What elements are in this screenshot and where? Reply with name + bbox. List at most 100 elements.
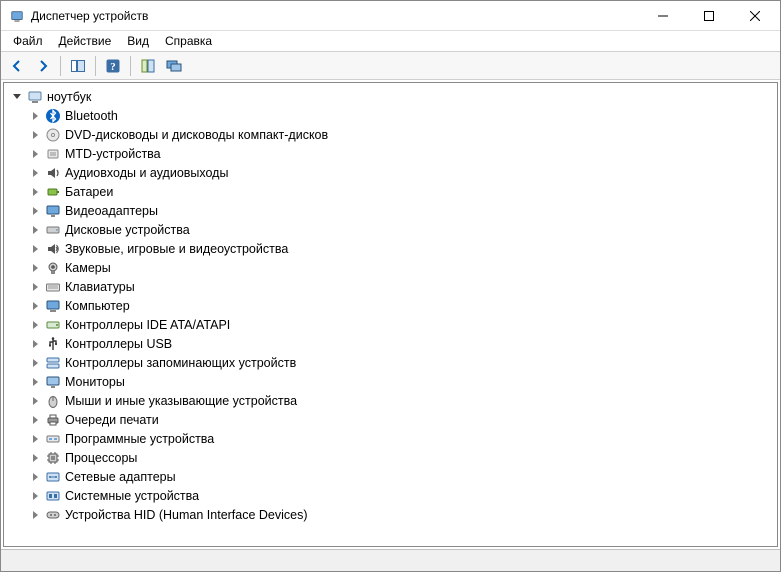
bluetooth-icon bbox=[45, 108, 61, 124]
minimize-button[interactable] bbox=[640, 1, 686, 31]
tree-category-label: Дисковые устройства bbox=[65, 223, 190, 237]
expand-collapse-icon[interactable] bbox=[28, 166, 42, 180]
disk-icon bbox=[45, 222, 61, 238]
expand-collapse-icon[interactable] bbox=[28, 299, 42, 313]
toolbar-properties-button[interactable] bbox=[136, 54, 160, 78]
tree-category-row[interactable]: Сетевые адаптеры bbox=[6, 467, 775, 486]
tree-category-label: Батареи bbox=[65, 185, 113, 199]
menu-help[interactable]: Справка bbox=[157, 31, 220, 51]
forward-icon bbox=[35, 58, 51, 74]
back-icon bbox=[9, 58, 25, 74]
tree-category-row[interactable]: Контроллеры IDE ATA/ATAPI bbox=[6, 315, 775, 334]
tree-category-row[interactable]: Компьютер bbox=[6, 296, 775, 315]
tree-category-label: Камеры bbox=[65, 261, 111, 275]
tree-category-row[interactable]: Камеры bbox=[6, 258, 775, 277]
storage-icon bbox=[45, 355, 61, 371]
toolbar: ? bbox=[1, 52, 780, 80]
expand-collapse-icon[interactable] bbox=[28, 109, 42, 123]
tree-category-label: Устройства HID (Human Interface Devices) bbox=[65, 508, 308, 522]
sound-icon bbox=[45, 241, 61, 257]
tree-category-label: Bluetooth bbox=[65, 109, 118, 123]
expand-collapse-icon[interactable] bbox=[28, 375, 42, 389]
tree-category-row[interactable]: Видеоадаптеры bbox=[6, 201, 775, 220]
tree-category-row[interactable]: Клавиатуры bbox=[6, 277, 775, 296]
mtd-icon bbox=[45, 146, 61, 162]
tree-category-row[interactable]: Очереди печати bbox=[6, 410, 775, 429]
expand-collapse-icon[interactable] bbox=[28, 204, 42, 218]
show-hide-tree-icon bbox=[70, 58, 86, 74]
keyboard-icon bbox=[45, 279, 61, 295]
ide-icon bbox=[45, 317, 61, 333]
expand-collapse-icon[interactable] bbox=[28, 508, 42, 522]
expand-collapse-icon[interactable] bbox=[28, 356, 42, 370]
tree-root-label: ноутбук bbox=[47, 90, 91, 104]
battery-icon bbox=[45, 184, 61, 200]
expand-collapse-icon[interactable] bbox=[28, 337, 42, 351]
system-icon bbox=[45, 488, 61, 504]
menu-view[interactable]: Вид bbox=[119, 31, 157, 51]
expand-collapse-icon[interactable] bbox=[28, 280, 42, 294]
expand-collapse-icon[interactable] bbox=[28, 185, 42, 199]
computer-icon bbox=[45, 298, 61, 314]
menu-action-label: Действие bbox=[59, 34, 112, 48]
computer-icon bbox=[27, 89, 43, 105]
expand-collapse-icon[interactable] bbox=[28, 470, 42, 484]
tree-category-row[interactable]: Контроллеры запоминающих устройств bbox=[6, 353, 775, 372]
tree-category-row[interactable]: Процессоры bbox=[6, 448, 775, 467]
tree-category-row[interactable]: Мониторы bbox=[6, 372, 775, 391]
menu-file[interactable]: Файл bbox=[5, 31, 51, 51]
properties-icon bbox=[140, 58, 156, 74]
menubar: Файл Действие Вид Справка bbox=[1, 31, 780, 52]
expand-collapse-icon[interactable] bbox=[28, 147, 42, 161]
expand-collapse-icon[interactable] bbox=[28, 261, 42, 275]
expand-collapse-icon[interactable] bbox=[28, 128, 42, 142]
help-icon: ? bbox=[105, 58, 121, 74]
close-button[interactable] bbox=[732, 1, 778, 31]
tree-category-row[interactable]: Контроллеры USB bbox=[6, 334, 775, 353]
expand-collapse-icon[interactable] bbox=[28, 489, 42, 503]
menu-action[interactable]: Действие bbox=[51, 31, 120, 51]
toolbar-separator bbox=[60, 56, 61, 76]
tree-category-row[interactable]: DVD-дисководы и дисководы компакт-дисков bbox=[6, 125, 775, 144]
maximize-button[interactable] bbox=[686, 1, 732, 31]
toolbar-forward-button[interactable] bbox=[31, 54, 55, 78]
app-icon bbox=[9, 8, 25, 24]
expand-collapse-icon[interactable] bbox=[28, 318, 42, 332]
tree-category-row[interactable]: Мыши и иные указывающие устройства bbox=[6, 391, 775, 410]
cpu-icon bbox=[45, 450, 61, 466]
expand-collapse-icon[interactable] bbox=[28, 394, 42, 408]
svg-text:?: ? bbox=[110, 61, 116, 73]
expand-collapse-icon[interactable] bbox=[28, 413, 42, 427]
tree-category-row[interactable]: Батареи bbox=[6, 182, 775, 201]
tree-category-label: Мониторы bbox=[65, 375, 125, 389]
expand-collapse-icon[interactable] bbox=[28, 451, 42, 465]
tree-category-label: Контроллеры IDE ATA/ATAPI bbox=[65, 318, 230, 332]
toolbar-monitors-button[interactable] bbox=[162, 54, 186, 78]
usb-icon bbox=[45, 336, 61, 352]
display-icon bbox=[45, 203, 61, 219]
tree-category-row[interactable]: Аудиовходы и аудиовыходы bbox=[6, 163, 775, 182]
expand-collapse-icon[interactable] bbox=[28, 242, 42, 256]
expand-collapse-icon[interactable] bbox=[28, 432, 42, 446]
toolbar-show-hide-button[interactable] bbox=[66, 54, 90, 78]
tree-category-row[interactable]: Устройства HID (Human Interface Devices) bbox=[6, 505, 775, 524]
toolbar-separator bbox=[95, 56, 96, 76]
audio-icon bbox=[45, 165, 61, 181]
dvd-icon bbox=[45, 127, 61, 143]
tree-category-row[interactable]: Дисковые устройства bbox=[6, 220, 775, 239]
tree-category-label: Клавиатуры bbox=[65, 280, 135, 294]
tree-category-row[interactable]: MTD-устройства bbox=[6, 144, 775, 163]
tree-category-row[interactable]: Звуковые, игровые и видеоустройства bbox=[6, 239, 775, 258]
toolbar-separator bbox=[130, 56, 131, 76]
expand-collapse-icon[interactable] bbox=[28, 223, 42, 237]
tree-category-row[interactable]: Bluetooth bbox=[6, 106, 775, 125]
tree-category-row[interactable]: Программные устройства bbox=[6, 429, 775, 448]
tree-category-row[interactable]: Системные устройства bbox=[6, 486, 775, 505]
tree-root-row[interactable]: ноутбук bbox=[6, 87, 775, 106]
expand-collapse-icon[interactable] bbox=[10, 90, 24, 104]
tree-category-label: Аудиовходы и аудиовыходы bbox=[65, 166, 228, 180]
toolbar-back-button[interactable] bbox=[5, 54, 29, 78]
toolbar-help-button[interactable]: ? bbox=[101, 54, 125, 78]
tree-category-label: Контроллеры запоминающих устройств bbox=[65, 356, 296, 370]
device-tree-pane[interactable]: ноутбук Bluetooth DVD-дисководы и дисково… bbox=[3, 82, 778, 547]
